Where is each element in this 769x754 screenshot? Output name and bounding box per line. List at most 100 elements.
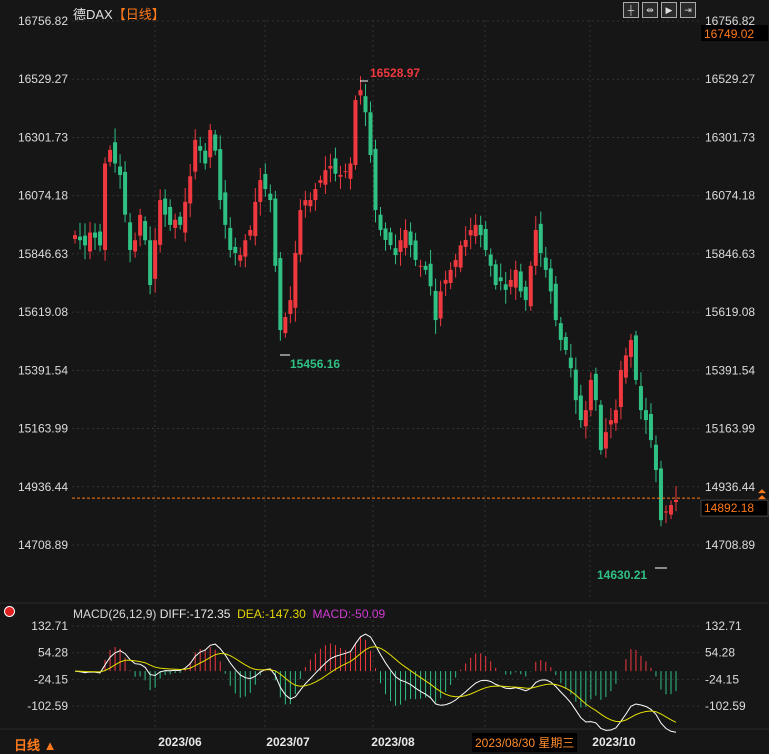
macd-legend: MACD(26,12,9) DIFF:-172.35 DEA:-147.30 M… xyxy=(73,607,385,621)
candle-body xyxy=(153,240,158,279)
candle-body xyxy=(358,90,363,96)
candle-body xyxy=(313,189,318,201)
candle-body xyxy=(398,240,403,253)
candle-body xyxy=(223,192,228,225)
candle-body xyxy=(203,150,208,164)
candle-body xyxy=(178,216,183,225)
candle-body xyxy=(328,166,333,169)
price-tick-right: 16529.27 xyxy=(705,72,755,86)
candle-body xyxy=(298,210,303,255)
price-tick-right: 16301.73 xyxy=(705,130,755,144)
candle-body xyxy=(463,239,468,247)
candle-body xyxy=(388,232,393,246)
macd-tick-left: 54.28 xyxy=(38,646,68,660)
candle-body xyxy=(583,410,588,427)
candle-body xyxy=(443,279,448,284)
candle-body xyxy=(618,369,623,408)
chart-title: 德DAX【日线】 xyxy=(73,4,165,23)
candle-body xyxy=(338,174,343,177)
chart-toolbar: ┼ ⇹ ▶ ⇥ xyxy=(623,2,696,18)
candle-body xyxy=(363,96,368,113)
candle-body xyxy=(578,395,583,421)
date-label: 2023/06 xyxy=(158,735,202,749)
candle-body xyxy=(413,240,418,260)
candle-body xyxy=(473,224,478,237)
candle-body xyxy=(158,200,163,245)
candle-body xyxy=(478,224,483,236)
candle-body xyxy=(408,231,413,246)
candle-body xyxy=(488,254,493,266)
candle-body xyxy=(563,336,568,351)
macd-value: MACD:-50.09 xyxy=(312,607,386,621)
candle-body xyxy=(288,300,293,314)
macd-tick-right: 54.28 xyxy=(705,646,735,660)
candle-body xyxy=(123,171,128,215)
candle-body xyxy=(88,232,93,252)
candle-body xyxy=(373,148,378,211)
crosshair-date-label: 2023/08/30 星期三 xyxy=(472,733,578,752)
candle-body xyxy=(438,291,443,319)
candle-body xyxy=(213,134,218,151)
candle-body xyxy=(383,228,388,240)
candle-body xyxy=(633,335,638,380)
candle-body xyxy=(593,373,598,401)
candle-body xyxy=(638,386,643,411)
candle-body xyxy=(133,240,138,252)
date-label: 2023/07 xyxy=(266,735,310,749)
candle-body xyxy=(568,357,573,369)
candle-body xyxy=(468,229,473,236)
candle-body xyxy=(243,240,248,257)
candle-body xyxy=(73,235,77,239)
price-tick-right: 15391.54 xyxy=(705,363,755,377)
candle-body xyxy=(238,255,243,261)
candle-body xyxy=(628,340,633,357)
macd-title: MACD(26,12,9) xyxy=(73,607,157,621)
fit-range-icon[interactable]: ⇹ xyxy=(642,2,658,18)
candle-body xyxy=(378,214,383,230)
period-label[interactable]: 【日线】 xyxy=(113,7,165,22)
candle-body xyxy=(613,410,618,424)
price-tick-right: 15163.99 xyxy=(705,422,755,436)
candle-body xyxy=(668,505,673,515)
candle-body xyxy=(343,171,348,173)
price-tick-left: 15619.08 xyxy=(18,305,68,319)
candle-body xyxy=(403,229,408,248)
price-tick-left: 14936.44 xyxy=(18,480,68,494)
go-latest-icon[interactable]: ⇥ xyxy=(680,2,696,18)
candle-body xyxy=(538,223,543,254)
low-annotation: 15456.16 xyxy=(290,357,340,371)
candle-body xyxy=(108,149,113,162)
candle-body xyxy=(263,173,268,190)
candle-body xyxy=(548,268,553,292)
candle-body xyxy=(458,245,463,268)
candle-body xyxy=(118,166,123,175)
price-tick-right: 16074.18 xyxy=(705,189,755,203)
crosshair-icon[interactable]: ┼ xyxy=(623,2,639,18)
period-switch-button[interactable]: 日线 ▲ xyxy=(14,735,56,754)
candle-body xyxy=(423,265,428,270)
candle-body xyxy=(653,444,658,471)
candle-body xyxy=(503,284,508,290)
candle-body xyxy=(483,228,488,250)
scroll-up-icon xyxy=(758,489,766,500)
last-price-label: 14892.18 xyxy=(704,501,754,515)
candle-body xyxy=(308,200,313,207)
candle-body xyxy=(278,258,283,331)
chart-canvas[interactable]: 16756.82 16756.8216529.27 16529.2716301.73… xyxy=(0,0,769,753)
macd-tick-left: -24.15 xyxy=(34,672,68,686)
indicator-settings-icon[interactable] xyxy=(4,606,15,617)
candle-body xyxy=(393,248,398,256)
candle-body xyxy=(198,146,203,151)
price-tick-left: 16301.73 xyxy=(18,130,68,144)
candle-body xyxy=(258,180,263,202)
candle-body xyxy=(188,176,193,204)
candle-body xyxy=(218,149,223,201)
candle-body xyxy=(553,283,558,321)
candle-body xyxy=(608,420,613,425)
candle-body xyxy=(513,269,518,288)
candle-body xyxy=(368,112,373,156)
candle-body xyxy=(253,201,258,237)
candle-body xyxy=(643,410,648,421)
play-icon[interactable]: ▶ xyxy=(661,2,677,18)
candle-body xyxy=(128,222,133,250)
